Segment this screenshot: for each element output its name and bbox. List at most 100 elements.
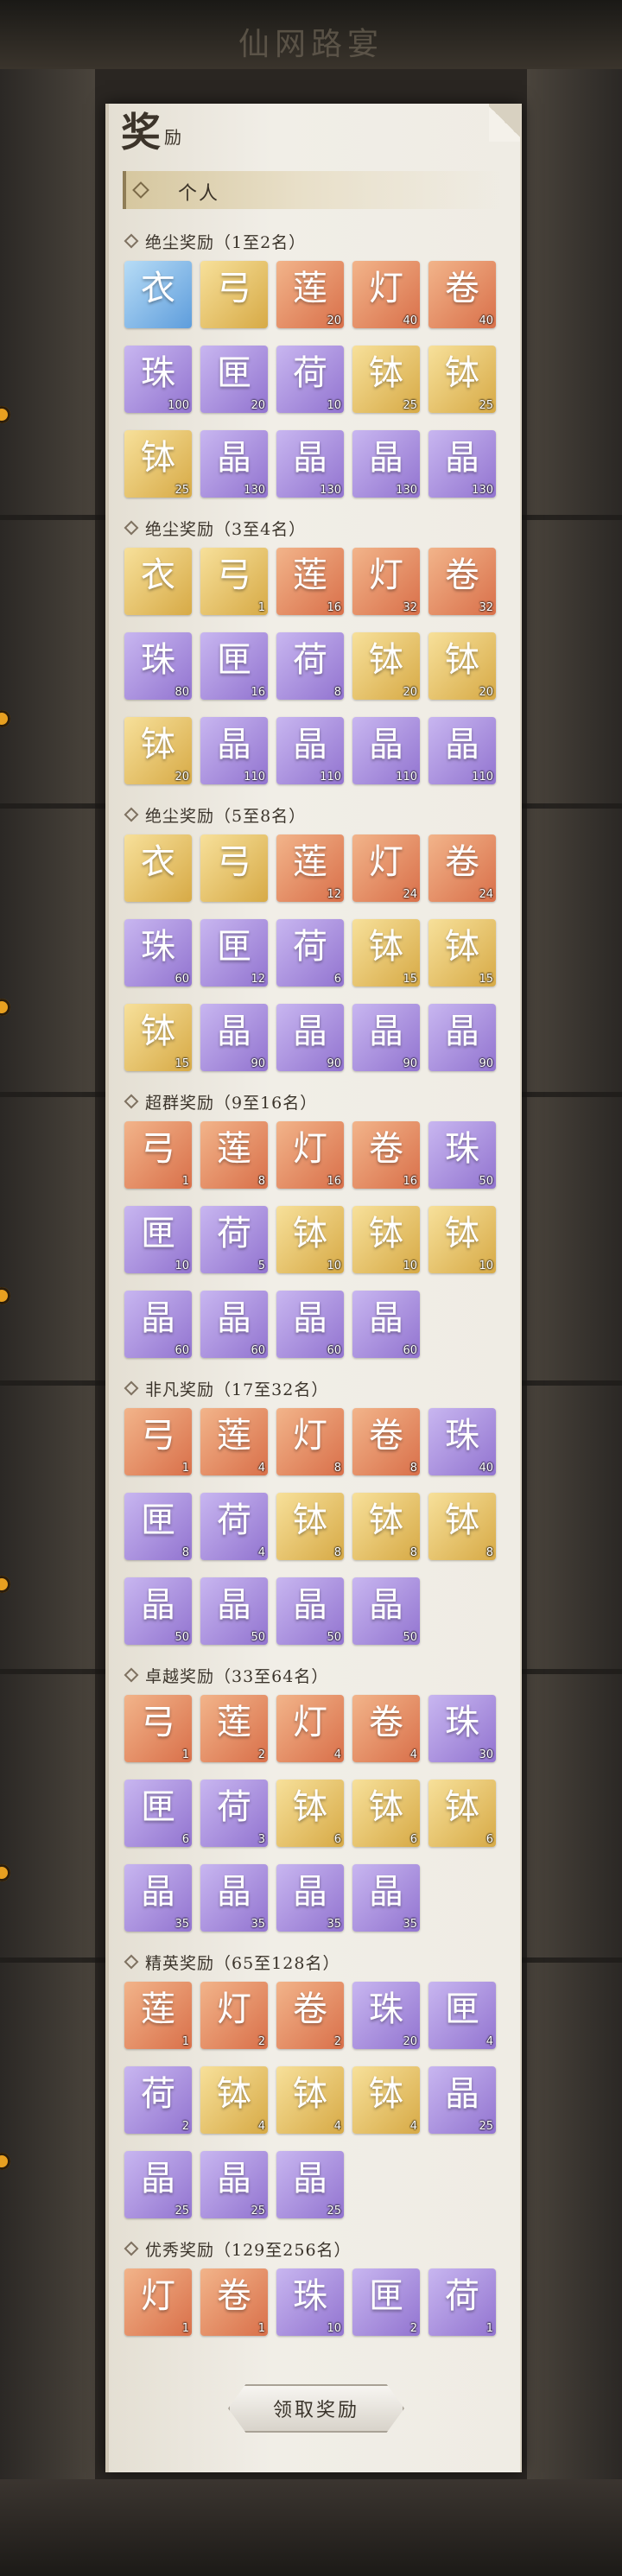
- reward-item[interactable]: 灯 32: [352, 548, 420, 615]
- reward-item[interactable]: 灯1: [124, 2268, 192, 2336]
- reward-item[interactable]: 弓: [200, 834, 268, 902]
- reward-item[interactable]: 晶 90: [276, 1004, 344, 1071]
- reward-item[interactable]: 匣6: [124, 1780, 192, 1847]
- reward-item[interactable]: 钵 25: [352, 346, 420, 413]
- reward-item[interactable]: 弓1: [124, 1695, 192, 1762]
- reward-item[interactable]: 卷8: [352, 1408, 420, 1475]
- reward-item[interactable]: 晶 35: [124, 1864, 192, 1932]
- reward-item[interactable]: 匣2: [352, 2268, 420, 2336]
- reward-item[interactable]: 卷4: [352, 1695, 420, 1762]
- reward-item[interactable]: 匣 12: [200, 919, 268, 987]
- reward-item[interactable]: 莲 16: [276, 548, 344, 615]
- reward-item[interactable]: 晶 110: [200, 717, 268, 784]
- reward-item[interactable]: 晶 60: [276, 1291, 344, 1358]
- reward-item[interactable]: 卷1: [200, 2268, 268, 2336]
- reward-item[interactable]: 莲8: [200, 1121, 268, 1189]
- reward-item[interactable]: 弓: [200, 261, 268, 328]
- reward-item[interactable]: 弓1: [124, 1121, 192, 1189]
- reward-item[interactable]: 荷4: [200, 1493, 268, 1560]
- reward-item[interactable]: 钵4: [200, 2066, 268, 2134]
- reward-item[interactable]: 莲 20: [276, 261, 344, 328]
- reward-item[interactable]: 匣8: [124, 1493, 192, 1560]
- reward-item[interactable]: 卷2: [276, 1982, 344, 2049]
- reward-item[interactable]: 晶 60: [200, 1291, 268, 1358]
- reward-item[interactable]: 卷 32: [428, 548, 496, 615]
- reward-item[interactable]: 珠 40: [428, 1408, 496, 1475]
- claim-rewards-button[interactable]: 领取奖励: [228, 2384, 404, 2433]
- reward-item[interactable]: 晶 90: [200, 1004, 268, 1071]
- reward-item[interactable]: 荷 10: [276, 346, 344, 413]
- reward-item[interactable]: 钵 20: [352, 632, 420, 700]
- reward-item[interactable]: 灯2: [200, 1982, 268, 2049]
- reward-item[interactable]: 珠 60: [124, 919, 192, 987]
- reward-item[interactable]: 晶 35: [352, 1864, 420, 1932]
- reward-item[interactable]: 匣 10: [124, 1206, 192, 1273]
- reward-item[interactable]: 匣4: [428, 1982, 496, 2049]
- reward-item[interactable]: 钵 20: [428, 632, 496, 700]
- reward-item[interactable]: 弓1: [124, 1408, 192, 1475]
- reward-item[interactable]: 钵6: [352, 1780, 420, 1847]
- reward-item[interactable]: 匣 20: [200, 346, 268, 413]
- reward-item[interactable]: 晶 50: [352, 1577, 420, 1645]
- reward-item[interactable]: 灯 16: [276, 1121, 344, 1189]
- reward-item[interactable]: 钵 10: [276, 1206, 344, 1273]
- reward-item[interactable]: 珠 20: [352, 1982, 420, 2049]
- reward-item[interactable]: 珠 30: [428, 1695, 496, 1762]
- reward-item[interactable]: 珠 50: [428, 1121, 496, 1189]
- reward-item[interactable]: 钵6: [276, 1780, 344, 1847]
- reward-item[interactable]: 卷 24: [428, 834, 496, 902]
- reward-item[interactable]: 钵 25: [428, 346, 496, 413]
- reward-item[interactable]: 晶 90: [352, 1004, 420, 1071]
- reward-item[interactable]: 荷6: [276, 919, 344, 987]
- reward-item[interactable]: 钵6: [428, 1780, 496, 1847]
- reward-item[interactable]: 莲 12: [276, 834, 344, 902]
- tab-personal[interactable]: 个人: [123, 171, 506, 209]
- reward-item[interactable]: 钵 20: [124, 717, 192, 784]
- reward-item[interactable]: 钵8: [428, 1493, 496, 1560]
- reward-item[interactable]: 莲2: [200, 1695, 268, 1762]
- reward-item[interactable]: 晶 110: [276, 717, 344, 784]
- reward-item[interactable]: 荷3: [200, 1780, 268, 1847]
- reward-item[interactable]: 晶 25: [124, 2151, 192, 2218]
- reward-item[interactable]: 衣: [124, 834, 192, 902]
- reward-item[interactable]: 晶 130: [352, 430, 420, 498]
- reward-item[interactable]: 钵 25: [124, 430, 192, 498]
- reward-item[interactable]: 珠 80: [124, 632, 192, 700]
- reward-item[interactable]: 钵 10: [352, 1206, 420, 1273]
- reward-item[interactable]: 晶 110: [428, 717, 496, 784]
- reward-item[interactable]: 晶 110: [352, 717, 420, 784]
- reward-item[interactable]: 钵4: [276, 2066, 344, 2134]
- reward-item[interactable]: 卷 16: [352, 1121, 420, 1189]
- reward-item[interactable]: 晶 25: [276, 2151, 344, 2218]
- reward-item[interactable]: 晶 130: [200, 430, 268, 498]
- reward-item[interactable]: 钵 15: [352, 919, 420, 987]
- reward-item[interactable]: 晶 90: [428, 1004, 496, 1071]
- reward-item[interactable]: 弓1: [200, 548, 268, 615]
- reward-item[interactable]: 衣: [124, 261, 192, 328]
- reward-item[interactable]: 莲1: [124, 1982, 192, 2049]
- reward-item[interactable]: 荷8: [276, 632, 344, 700]
- reward-item[interactable]: 莲4: [200, 1408, 268, 1475]
- reward-item[interactable]: 珠 100: [124, 346, 192, 413]
- reward-item[interactable]: 晶 130: [276, 430, 344, 498]
- reward-item[interactable]: 晶 50: [124, 1577, 192, 1645]
- reward-item[interactable]: 晶 60: [352, 1291, 420, 1358]
- reward-item[interactable]: 钵4: [352, 2066, 420, 2134]
- reward-item[interactable]: 灯 24: [352, 834, 420, 902]
- reward-item[interactable]: 晶 50: [200, 1577, 268, 1645]
- reward-item[interactable]: 荷1: [428, 2268, 496, 2336]
- reward-item[interactable]: 晶 25: [200, 2151, 268, 2218]
- reward-item[interactable]: 钵8: [276, 1493, 344, 1560]
- reward-item[interactable]: 灯4: [276, 1695, 344, 1762]
- reward-item[interactable]: 灯 40: [352, 261, 420, 328]
- reward-item[interactable]: 钵 10: [428, 1206, 496, 1273]
- reward-item[interactable]: 珠 10: [276, 2268, 344, 2336]
- reward-item[interactable]: 匣 16: [200, 632, 268, 700]
- reward-item[interactable]: 晶 60: [124, 1291, 192, 1358]
- reward-item[interactable]: 灯8: [276, 1408, 344, 1475]
- reward-item[interactable]: 衣: [124, 548, 192, 615]
- reward-item[interactable]: 晶 25: [428, 2066, 496, 2134]
- reward-item[interactable]: 晶 50: [276, 1577, 344, 1645]
- reward-item[interactable]: 卷 40: [428, 261, 496, 328]
- reward-item[interactable]: 晶 35: [200, 1864, 268, 1932]
